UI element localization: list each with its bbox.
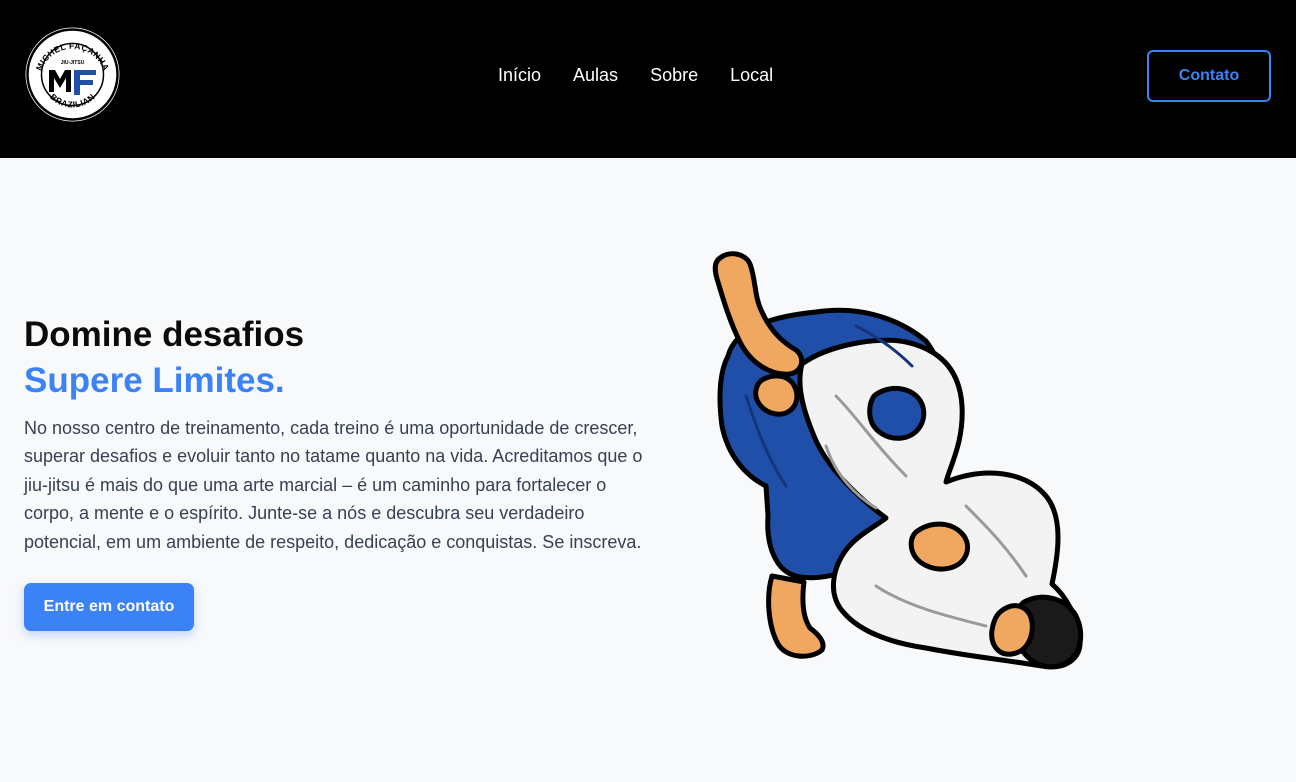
jiu-jitsu-fighters-illustration — [706, 246, 1092, 676]
site-header: MICHEL FAÇANHA BRAZILIAN JIU-JITSU Iníci… — [0, 0, 1296, 158]
brand-logo[interactable]: MICHEL FAÇANHA BRAZILIAN JIU-JITSU — [24, 26, 121, 123]
nav-local[interactable]: Local — [730, 62, 773, 88]
nav-aulas[interactable]: Aulas — [573, 62, 618, 88]
hero-title: Domine desafios — [24, 315, 305, 354]
logo-middle-text: JIU-JITSU — [61, 60, 85, 66]
contact-button[interactable]: Contato — [1147, 50, 1271, 102]
hero-accent: Supere Limites. — [24, 361, 285, 400]
nav-sobre[interactable]: Sobre — [650, 62, 698, 88]
hero-section: Domine desafios Supere Limites. No nosso… — [24, 312, 654, 556]
main-nav: Início Aulas Sobre Local — [498, 62, 773, 88]
hero-description: No nosso centro de treinamento, cada tre… — [24, 418, 643, 552]
cta-contact-button[interactable]: Entre em contato — [24, 583, 194, 631]
nav-inicio[interactable]: Início — [498, 62, 541, 88]
